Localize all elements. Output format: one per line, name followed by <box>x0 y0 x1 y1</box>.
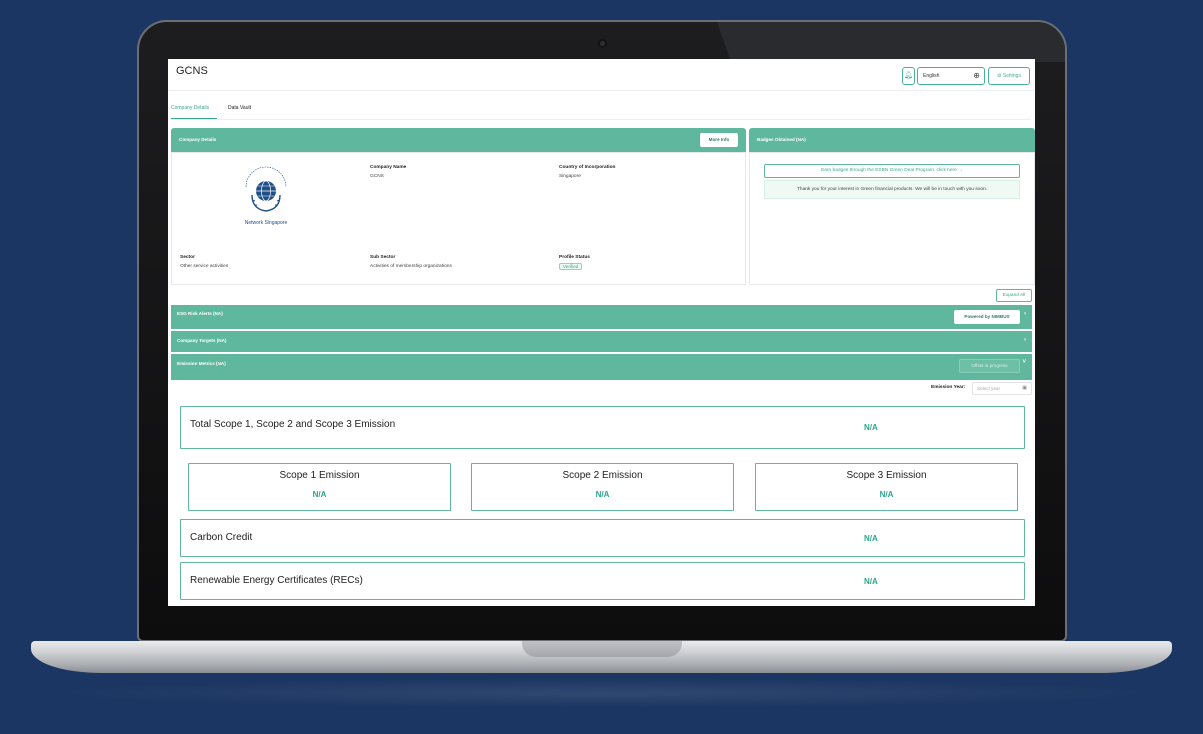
gear-icon: ⚙ <box>997 73 1002 79</box>
more-info-button[interactable]: More Info <box>700 133 738 147</box>
app-title: GCNS <box>176 65 208 77</box>
settings-button[interactable]: ⚙ Settings <box>988 67 1030 85</box>
app-header: GCNS 🔔︎ English ⊕ ⚙ Settings <box>168 59 1035 91</box>
scope-2-value: N/A <box>595 490 610 499</box>
profile-status-label: Profile Status <box>559 255 590 260</box>
sector-label: Sector <box>180 255 195 260</box>
company-targets-bar[interactable]: Company Targets (NA) › <box>171 331 1032 352</box>
settings-label: Settings <box>1002 73 1021 79</box>
esg-risk-alerts-title: ESG Risk Alerts (NA) <box>177 311 223 316</box>
recs-title: Renewable Energy Certificates (RECs) <box>190 575 363 586</box>
laptop-shadow <box>40 678 1165 708</box>
language-value: English <box>923 73 940 79</box>
chevron-right-icon[interactable]: › <box>1024 311 1026 317</box>
emission-year-label: Emission Year: <box>931 385 966 390</box>
company-name-label: Company Name <box>370 165 407 170</box>
scope-3-value: N/A <box>879 490 894 499</box>
expand-all-button[interactable]: Expand All <box>996 289 1032 302</box>
language-select[interactable]: English ⊕ <box>917 67 985 85</box>
company-targets-title: Company Targets (NA) <box>177 338 227 343</box>
company-details-title: Company Details <box>179 137 217 142</box>
company-details-header: Company Details More Info <box>171 128 746 152</box>
sub-sector-value: Activities of membership organizations <box>370 264 452 269</box>
badges-header: Badges Obtained (NA) <box>749 128 1035 152</box>
tab-data-vault[interactable]: Data Vault <box>228 105 251 111</box>
emission-year-placeholder: Select year <box>977 386 1000 391</box>
badges-title: Badges Obtained (NA) <box>757 137 806 142</box>
calendar-icon: ▣ <box>1022 385 1027 391</box>
carbon-credit-title: Carbon Credit <box>190 532 253 543</box>
total-emission-title: Total Scope 1, Scope 2 and Scope 3 Emiss… <box>190 419 396 430</box>
app-screen: GCNS 🔔︎ English ⊕ ⚙ Settings Company Det… <box>168 59 1035 606</box>
scope-3-title: Scope 3 Emission <box>846 470 927 481</box>
emission-metrics-bar[interactable]: Emission Metrics (NA) ˅ <box>171 354 1032 380</box>
recs-value: N/A <box>864 577 878 586</box>
offset-in-progress-button[interactable]: Offset in progress <box>959 359 1020 373</box>
logo-caption: Network Singapore <box>244 220 288 226</box>
chevron-down-icon[interactable]: ˅ <box>1022 359 1026 365</box>
carbon-credit-card: Carbon Credit N/A <box>180 519 1025 557</box>
bell-icon: 🔔︎ <box>904 72 913 79</box>
earn-badges-button[interactable]: Earn badges through the ESBN Green Deal … <box>764 164 1020 178</box>
laptop-notch <box>522 641 682 657</box>
sector-value: Other service activities <box>180 264 229 269</box>
recs-card: Renewable Energy Certificates (RECs) N/A <box>180 562 1025 600</box>
total-emission-card: Total Scope 1, Scope 2 and Scope 3 Emiss… <box>180 406 1025 449</box>
tab-divider <box>171 119 1031 120</box>
status-badge: Verified <box>559 263 583 270</box>
notification-button[interactable]: 🔔︎ <box>902 67 915 85</box>
scope-1-value: N/A <box>312 490 327 499</box>
carbon-credit-value: N/A <box>864 534 878 543</box>
camera-icon <box>598 39 607 48</box>
country-label: Country of Incorporation <box>559 165 616 170</box>
chevron-right-icon[interactable]: › <box>1024 337 1026 343</box>
emission-metrics-title: Emission Metrics (NA) <box>177 361 226 366</box>
country-value: Singapore <box>559 174 581 179</box>
scope-2-title: Scope 2 Emission <box>562 470 643 481</box>
thanks-message: Thank you for your interest in Green fin… <box>764 180 1020 199</box>
emission-year-input[interactable]: Select year ▣ <box>972 382 1032 395</box>
company-name-value: GCNS <box>370 174 384 179</box>
tab-bar: Company Details Data Vault <box>171 103 1031 119</box>
tab-company-details[interactable]: Company Details <box>171 105 209 111</box>
scope-2-card: Scope 2 Emission N/A <box>471 463 734 511</box>
scope-1-title: Scope 1 Emission <box>279 470 360 481</box>
scope-3-card: Scope 3 Emission N/A <box>755 463 1018 511</box>
sub-sector-label: Sub Sector <box>370 255 396 260</box>
total-emission-value: N/A <box>864 423 878 432</box>
screen-glare <box>717 22 1065 62</box>
esg-risk-alerts-bar[interactable]: ESG Risk Alerts (NA) Powered by NIMBUS › <box>171 305 1032 329</box>
powered-by-nimbus-button[interactable]: Powered by NIMBUS <box>954 310 1020 324</box>
scope-1-card: Scope 1 Emission N/A <box>188 463 451 511</box>
globe-icon: ⊕ <box>973 71 980 80</box>
